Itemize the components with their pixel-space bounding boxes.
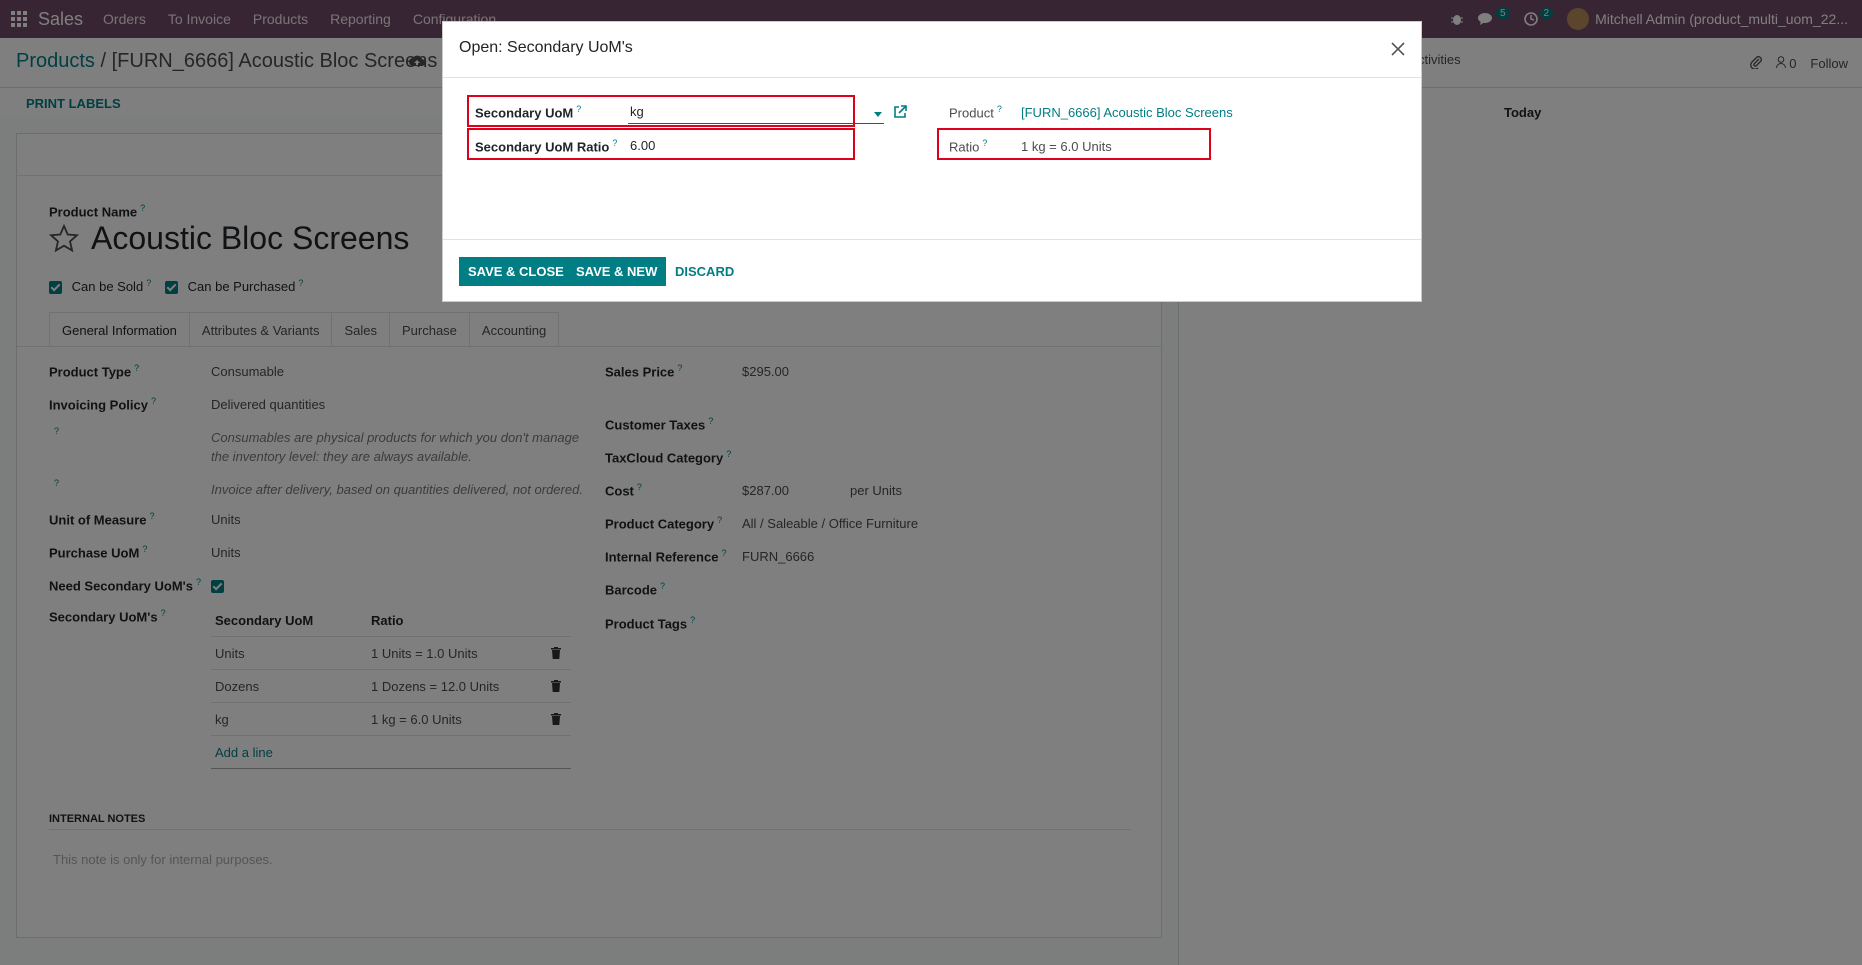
save-close-button[interactable]: SAVE & CLOSE [459,257,573,286]
secondary-uom-select[interactable]: kg [628,104,884,124]
close-icon[interactable] [1389,40,1407,58]
product-link[interactable]: [FURN_6666] Acoustic Bloc Screens [1021,105,1233,120]
secondary-uom-ratio-label: Secondary UoM Ratio? [475,138,618,155]
secondary-uom-ratio-input[interactable]: 6.00 [628,138,884,158]
ratio-value: 1 kg = 6.0 Units [1021,139,1112,154]
product-label: Product? [949,104,1002,121]
external-link-icon[interactable] [893,105,907,119]
discard-button[interactable]: DISCARD [675,257,734,286]
dialog-footer: SAVE & CLOSE SAVE & NEW DISCARD [443,239,1421,303]
secondary-uom-dialog: Open: Secondary UoM's Secondary UoM? kg … [442,21,1422,302]
dialog-header: Open: Secondary UoM's [443,22,1421,78]
chevron-down-icon[interactable] [874,112,882,117]
save-new-button[interactable]: SAVE & NEW [567,257,667,286]
secondary-uom-label: Secondary UoM? [475,104,582,121]
ratio-label: Ratio? [949,138,988,155]
dialog-title: Open: Secondary UoM's [459,39,633,56]
